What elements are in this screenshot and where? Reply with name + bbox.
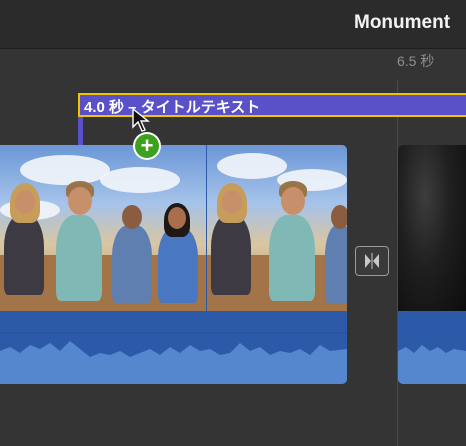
title-clip-label: 4.0 秒 – タイトルテキスト — [84, 99, 261, 116]
timecode-label: 6.5 秒 — [397, 53, 435, 69]
timeline-header: Monument — [0, 0, 466, 49]
project-title: Monument — [354, 12, 451, 33]
clip-thumbnail — [398, 145, 466, 311]
plus-icon: + — [133, 132, 161, 160]
transition-icon[interactable] — [355, 246, 389, 276]
pointer-cursor-icon — [132, 108, 150, 132]
video-clip-dark[interactable] — [398, 145, 466, 384]
clip-thumbnail — [0, 145, 206, 311]
video-clip-friends[interactable] — [0, 145, 347, 384]
waveform-graphic — [398, 345, 466, 384]
clip-thumbnail — [207, 145, 347, 311]
waveform-graphic — [0, 332, 347, 384]
